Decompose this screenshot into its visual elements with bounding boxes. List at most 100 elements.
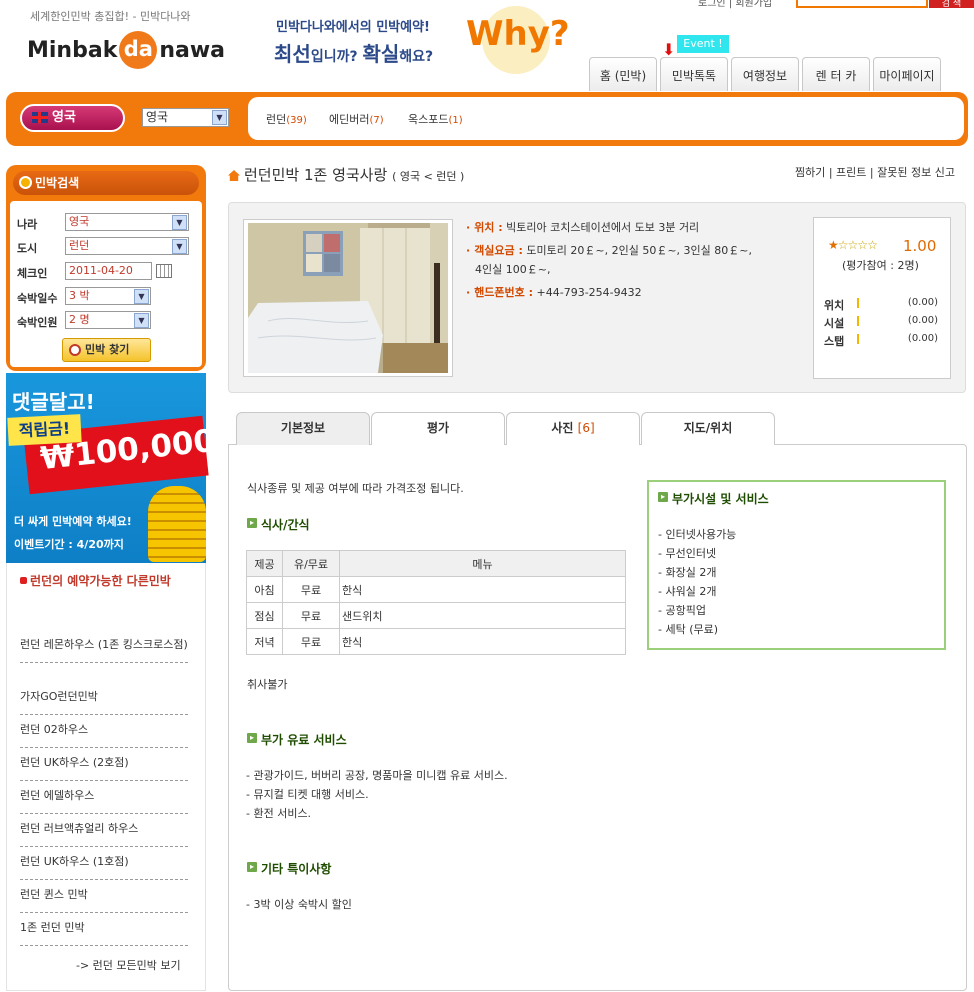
top-search-button[interactable]: 검 색 [929,0,974,9]
location-label: 위치 : [474,221,503,234]
promo-word-b: 해요? [399,49,434,65]
tab-basic-info[interactable]: 기본정보 [236,412,370,445]
top-search-input[interactable] [796,0,928,8]
tab-label: 지도/위치 [683,421,733,435]
info-price: · 객실요금 : 도미토리 20￡~, 2인실 50￡~, 3인실 80￡~, [466,241,752,261]
bullet-icon: · [466,244,471,257]
bullet-icon: · [466,286,471,299]
info-location: · 위치 : 빅토리아 코치스테이션에서 도보 3분 거리 [466,218,699,238]
breadcrumb[interactable]: ( 영국 < 런던 ) [392,170,464,183]
facility-item: - 인터넷사용가능 [658,528,737,541]
calendar-icon[interactable] [156,264,172,278]
site-logo[interactable]: Minbak da nawa [27,27,225,73]
site-tagline: 세계한인민박 총집합! - 민박다나와 [30,10,191,23]
list-item[interactable]: 런던 에델하우스 [20,788,188,814]
table-cell: 저녁 [246,628,283,655]
facility-item: - 샤워실 2개 [658,585,717,598]
city-link-oxford[interactable]: 옥스포드(1) [408,111,463,127]
tab-map[interactable]: 지도/위치 [641,412,775,445]
etc-heading-text: 기타 특이사항 [261,862,332,876]
facility-heading: ▸ 부가시설 및 서비스 [658,490,769,507]
phone-label: 핸드폰번호 : [474,286,534,299]
country-button[interactable]: 영국 [20,104,125,132]
utility-links[interactable]: 찜하기 | 프린트 | 잘못된 정보 신고 [795,164,955,180]
tab-home[interactable]: 홈 (민박) [589,57,657,91]
list-item[interactable]: 런던 02하우스 [20,722,188,748]
country-select[interactable]: 영국 ▼ [142,108,229,127]
city-count: (39) [286,115,307,126]
city-name: 에딘버러 [329,113,370,126]
star-empty-icon: ☆ [867,238,878,252]
list-item[interactable]: 1존 런던 민박 [20,920,188,946]
city-link-london[interactable]: 런던(39) [266,111,307,127]
star-empty-icon: ☆ [837,238,849,252]
list-item[interactable]: 가자GO런던민박 [20,689,188,715]
search-city-select[interactable]: 런던 ▼ [65,237,189,255]
list-item[interactable]: 런던 UK하우스 (2호점) [20,755,188,781]
facility-heading-text: 부가시설 및 서비스 [672,492,769,506]
tab-travel-info[interactable]: 여행정보 [731,57,799,91]
rating-stars: ★☆☆☆☆ [828,238,878,252]
table-header: 제공 [246,550,283,577]
logo-text-mid: da [119,31,158,69]
top-links[interactable]: 로그인 | 회원가입 [698,0,772,9]
tab-rentcar[interactable]: 렌 터 카 [802,57,870,91]
info-phone: · 핸드폰번호 : +44-793-254-9432 [466,283,642,303]
find-button-label: 민박 찾기 [85,343,130,356]
table-cell: 무료 [282,628,340,655]
table-header: 유/무료 [282,550,340,577]
tab-mypage[interactable]: 마이페이지 [873,57,941,91]
why-banner[interactable]: Why? [466,14,570,54]
chevron-down-icon: ▼ [134,289,149,304]
all-minbak-link[interactable]: -> 런던 모든민박 보기 [76,957,181,973]
rating-row-label: 시설 [824,317,845,330]
find-minbak-button[interactable]: 민박 찾기 [62,338,151,362]
city-link-edinburgh[interactable]: 에딘버러(7) [329,111,384,127]
bullet-icon [20,577,27,584]
meal-heading-text: 식사/간식 [261,518,310,532]
search-icon [69,344,81,356]
room-photo-image [248,223,448,373]
rating-row-value: (0.00) [907,315,938,326]
table-cell: 무료 [282,576,340,603]
table-cell: 한식 [339,628,626,655]
facility-item: - 세탁 (무료) [658,623,719,636]
list-item[interactable]: 런던 UK하우스 (1호점) [20,854,188,880]
logo-text-right: nawa [159,37,226,63]
star-empty-icon: ☆ [857,238,868,252]
tab-photos[interactable]: 사진 [6] [506,412,640,445]
checkin-date-input[interactable]: 2011-04-20 [65,262,152,280]
rating-bar [857,334,859,344]
chevron-right-icon: ▸ [247,733,257,743]
meal-table: 제공 유/무료 메뉴 아침 무료 한식 점심 무료 샌드위치 저녁 무료 한식 [246,550,626,655]
tab-minbak-talk[interactable]: 민박톡톡 [660,57,728,91]
list-item[interactable]: 런던 러브액츄얼리 하우스 [20,821,188,847]
table-cell: 점심 [246,602,283,629]
city-count: (1) [448,115,463,126]
search-title-text: 민박검색 [35,176,80,190]
tab-label: 사진 [551,421,574,435]
table-cell: 한식 [339,576,626,603]
page-title-text: 런던민박 1존 영국사랑 [244,166,388,184]
people-select[interactable]: 2 명 ▼ [65,311,151,329]
rating-bar [857,316,859,326]
room-photo[interactable] [248,223,448,373]
city-count: (7) [369,115,384,126]
banner-line-1: 댓글달고! [12,390,95,414]
nights-select[interactable]: 3 박 ▼ [65,287,151,305]
list-item[interactable]: 런던 퀸스 민박 [20,887,188,913]
chevron-down-icon: ▼ [134,313,149,328]
rating-row-staff: 스탭 (0.00) [824,333,942,349]
price-label: 객실요금 : [474,244,523,257]
search-icon [19,176,32,189]
tab-reviews[interactable]: 평가 [371,412,505,445]
event-badge[interactable]: Event ! [677,35,729,53]
table-cell: 아침 [246,576,283,603]
paid-service-item: - 관광가이드, 버버리 공장, 명품마을 미니캡 유료 서비스. [246,769,508,782]
etc-item: - 3박 이상 숙박시 할인 [246,898,352,911]
search-panel-title: 민박검색 [13,171,199,195]
search-country-value: 영국 [69,215,90,228]
cooking-note: 취사불가 [247,678,288,691]
search-country-select[interactable]: 영국 ▼ [65,213,189,231]
list-item[interactable]: 런던 레몬하우스 (1존 킹스크로스점) [20,637,188,663]
